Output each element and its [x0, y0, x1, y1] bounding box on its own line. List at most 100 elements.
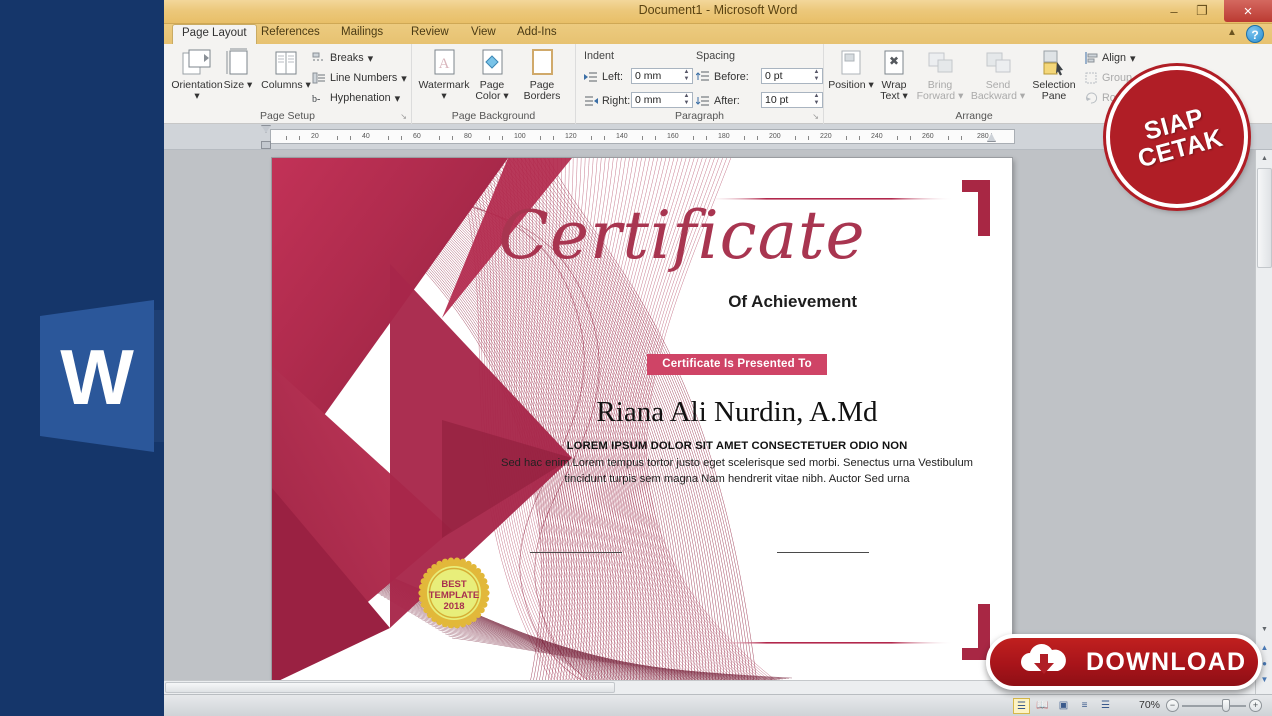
page-setup-group-label: Page Setup	[260, 110, 315, 122]
horizontal-scroll-thumb[interactable]	[165, 682, 615, 693]
view-mode-buttons: ☰ 📖 ▣ ≡ ☰	[1013, 698, 1114, 714]
breaks-label: Breaks	[330, 52, 364, 64]
draft-icon[interactable]: ☰	[1097, 698, 1114, 714]
page-color-button[interactable]: Page Color ▾	[468, 48, 516, 102]
scroll-up-arrow[interactable]: ▲	[1256, 150, 1272, 167]
hyphenation-button[interactable]: b- Hyphenation ▾	[312, 91, 400, 105]
columns-label: Columns	[261, 79, 303, 91]
group-icon	[1084, 71, 1098, 85]
download-label: DOWNLOAD	[1086, 647, 1247, 676]
certificate-subtitle: Of Achievement	[728, 292, 857, 311]
ruler-tick: 140	[616, 133, 628, 140]
zoom-in-button[interactable]: +	[1249, 699, 1262, 712]
ribbon-tab-bar: Page Layout References Mailings Review V…	[164, 24, 1272, 44]
zoom-out-button[interactable]: −	[1166, 699, 1179, 712]
ruler-tick: 20	[311, 133, 319, 140]
page-background-group-label: Page Background	[451, 110, 536, 122]
ruler-tick: 180	[718, 133, 730, 140]
scroll-down-arrow[interactable]: ▼	[1256, 621, 1272, 638]
tab-view[interactable]: View	[462, 24, 505, 44]
breaks-icon	[312, 51, 326, 65]
zoom-slider-track[interactable]	[1182, 705, 1246, 707]
chevron-up-icon[interactable]: ▲	[1224, 27, 1240, 43]
position-label: Position	[828, 79, 866, 91]
paragraph-dialog-launcher[interactable]: ↘	[812, 112, 819, 121]
breaks-button[interactable]: Breaks ▾	[312, 51, 373, 65]
web-layout-icon[interactable]: ▣	[1055, 698, 1072, 714]
spacing-before-icon	[695, 70, 710, 84]
size-caret: ▾	[247, 79, 253, 91]
ruler-tick: 100	[514, 133, 526, 140]
indent-left-input[interactable]: 0 mm ▲ ▼	[631, 68, 693, 84]
full-screen-reading-icon[interactable]: 📖	[1034, 698, 1051, 714]
page-borders-icon	[516, 48, 568, 78]
page-setup-dialog-launcher[interactable]: ↘	[400, 112, 407, 121]
bring-forward-caret: ▾	[958, 90, 964, 103]
align-icon	[1084, 51, 1098, 65]
spacing-before-input[interactable]: 0 pt ▲ ▼	[761, 68, 823, 84]
svg-text:BEST: BEST	[441, 579, 467, 590]
ribbon: Orientation ▾ Size ▾ Columns ▾ Breaks ▾ …	[164, 44, 1272, 124]
bring-forward-icon	[912, 48, 968, 78]
indent-right-input[interactable]: 0 mm ▲ ▼	[631, 92, 693, 108]
ruler-tick: 240	[871, 133, 883, 140]
wrap-text-button[interactable]: ✖ Wrap Text ▾	[874, 48, 914, 102]
certificate-body-heading: LOREM IPSUM DOLOR SIT AMET CONSECTETUER …	[566, 440, 908, 452]
ruler-tick: 120	[565, 133, 577, 140]
svg-text:2018: 2018	[443, 601, 464, 612]
tab-page-layout[interactable]: Page Layout	[172, 24, 257, 44]
send-backward-button[interactable]: Send Backward ▾	[970, 48, 1026, 102]
line-numbers-button[interactable]: Line Numbers ▾	[312, 71, 407, 85]
size-button[interactable]: Size ▾	[216, 48, 260, 91]
certificate-body-text: Sed hac enim Lorem tempus tortor justo e…	[501, 457, 973, 485]
indent-left-value: 0 mm	[635, 70, 662, 82]
wrap-text-caret: ▾	[902, 90, 908, 103]
horizontal-ruler[interactable]: 20 40 60 80 100 120 140 160 180 200 220 …	[270, 129, 1015, 144]
position-button[interactable]: Position ▾	[826, 48, 876, 91]
help-button[interactable]: ?	[1246, 25, 1264, 43]
page-borders-button[interactable]: Page Borders	[516, 48, 568, 102]
download-button[interactable]: DOWNLOAD	[986, 634, 1262, 690]
page-borders-label: Page Borders	[523, 79, 561, 103]
cloud-download-icon	[1016, 641, 1070, 684]
outline-icon[interactable]: ≡	[1076, 698, 1093, 714]
zoom-slider-handle[interactable]	[1222, 699, 1230, 712]
bring-forward-button[interactable]: Bring Forward ▾	[912, 48, 968, 102]
tab-references[interactable]: References	[252, 24, 329, 44]
window-title: Document1 - Microsoft Word	[638, 3, 798, 17]
zoom-slider[interactable]: − +	[1166, 699, 1262, 713]
spacing-after-stepper[interactable]: ▲ ▼	[812, 93, 821, 107]
left-indent-marker[interactable]	[261, 141, 271, 149]
spacing-before-label: Before:	[714, 71, 749, 83]
columns-icon	[258, 48, 314, 78]
tab-mailings[interactable]: Mailings	[332, 24, 392, 44]
tab-review[interactable]: Review	[402, 24, 458, 44]
restore-button[interactable]: ❐	[1188, 0, 1216, 22]
svg-text:b-: b-	[312, 94, 320, 105]
page-size-icon	[216, 48, 260, 78]
line-numbers-icon	[312, 71, 326, 85]
watermark-button[interactable]: A Watermark ▾	[416, 48, 472, 102]
indent-left-icon	[584, 70, 598, 84]
zoom-percentage[interactable]: 70%	[1139, 699, 1160, 711]
align-button[interactable]: Align ▾	[1084, 51, 1135, 65]
minimize-button[interactable]: –	[1160, 0, 1188, 22]
print-layout-icon[interactable]: ☰	[1013, 698, 1030, 714]
vertical-scroll-thumb[interactable]	[1257, 168, 1272, 268]
spacing-after-input[interactable]: 10 pt ▲ ▼	[761, 92, 823, 108]
breaks-caret: ▾	[367, 52, 374, 65]
spacing-before-row: Before:	[695, 70, 749, 84]
columns-button[interactable]: Columns ▾	[258, 48, 314, 91]
tab-add-ins[interactable]: Add-Ins	[508, 24, 566, 44]
document-canvas: BEST TEMPLATE 2018 Certificate Of Achiev…	[164, 150, 1272, 694]
vertical-scrollbar[interactable]: ▲ ▼ ▲ ● ▼	[1255, 150, 1272, 694]
arrange-group-label: Arrange	[955, 110, 993, 122]
indent-right-stepper[interactable]: ▲ ▼	[682, 93, 691, 107]
selection-pane-button[interactable]: Selection Pane	[1026, 48, 1082, 102]
close-button[interactable]: ×	[1224, 0, 1272, 22]
spacing-after-icon	[695, 94, 710, 108]
next-page-button[interactable]: ▼	[1258, 673, 1271, 686]
indent-left-stepper[interactable]: ▲ ▼	[682, 69, 691, 83]
document-page[interactable]: BEST TEMPLATE 2018 Certificate Of Achiev…	[272, 158, 1012, 684]
spacing-before-stepper[interactable]: ▲ ▼	[812, 69, 821, 83]
